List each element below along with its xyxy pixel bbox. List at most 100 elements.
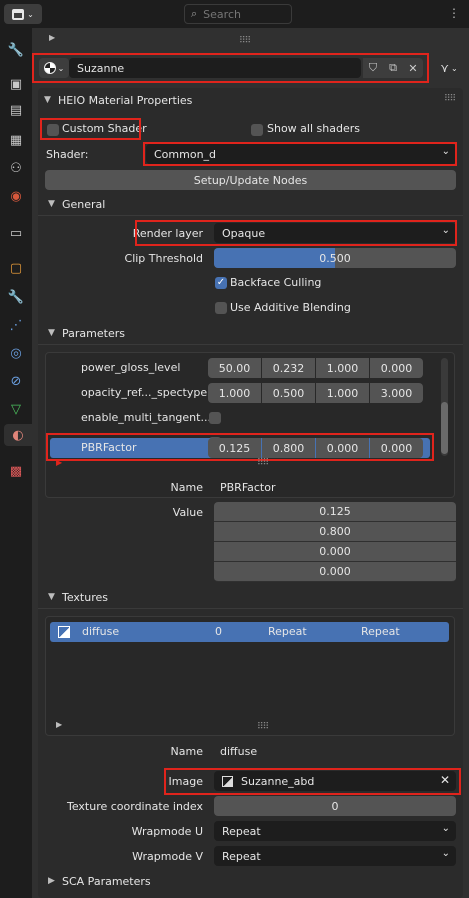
- material-name-text: Suzanne: [77, 61, 125, 75]
- view-layer-tab-icon[interactable]: ▦: [4, 129, 28, 151]
- parameter-value-field[interactable]: 0.232: [262, 358, 315, 378]
- material-tab-icon[interactable]: ◐: [4, 424, 32, 446]
- object-tab-icon[interactable]: ▢: [4, 257, 28, 279]
- image-field[interactable]: Suzanne_abd ✕: [214, 771, 456, 791]
- parameter-value-field[interactable]: 0.000: [370, 438, 423, 458]
- heio-panel-header[interactable]: ▼ HEIO Material Properties: [44, 89, 454, 111]
- parameters-subpanel-header[interactable]: ▼ Parameters: [48, 322, 458, 344]
- texcoord-value: 0: [331, 799, 339, 813]
- clip-threshold-value: 0.500: [319, 251, 351, 265]
- scene-tab-icon[interactable]: ⚇: [4, 157, 28, 179]
- texture-tab-icon[interactable]: ▩: [4, 460, 28, 482]
- wrap-u-dropdown[interactable]: Repeat ⌄: [214, 821, 456, 841]
- drag-handle-icon[interactable]: ⠿⠿: [239, 36, 251, 46]
- wrap-v-value: Repeat: [222, 849, 261, 863]
- param-value-field[interactable]: 0.800: [214, 522, 456, 542]
- node-tree-icon: ⋎: [440, 61, 450, 75]
- texcoord-label: Texture coordinate index: [66, 800, 203, 813]
- tool-tab-icon[interactable]: 🔧: [4, 39, 28, 61]
- parameter-row[interactable]: power_gloss_level 50.00 0.232 1.000 0.000: [50, 358, 430, 378]
- object-data-tab-icon[interactable]: ▽: [4, 398, 28, 420]
- parameter-value-field[interactable]: 0.500: [262, 383, 315, 403]
- parameters-title: Parameters: [62, 326, 125, 340]
- list-resize-handle-icon[interactable]: ⠿⠿: [257, 458, 269, 468]
- material-browse-button[interactable]: ⌄: [39, 58, 69, 78]
- clear-image-icon[interactable]: ✕: [440, 773, 450, 787]
- search-icon: ⌕: [191, 7, 198, 20]
- search-input[interactable]: [201, 6, 286, 22]
- constraints-tab-icon[interactable]: ⊘: [4, 370, 28, 392]
- output-tab-icon[interactable]: ▤: [4, 99, 28, 121]
- textures-subpanel-header[interactable]: ▼ Textures: [48, 586, 458, 608]
- wrap-v-dropdown[interactable]: Repeat ⌄: [214, 846, 456, 866]
- shader-label: Shader:: [46, 148, 89, 161]
- chevron-down-icon: ⌄: [27, 9, 34, 19]
- parameter-value-field[interactable]: 3.000: [370, 383, 423, 403]
- parameter-value-field[interactable]: 0.125: [208, 438, 261, 458]
- parameter-value-field[interactable]: 1.000: [208, 383, 261, 403]
- parameter-value-field[interactable]: 0.000: [370, 358, 423, 378]
- world-tab-icon[interactable]: ◉: [4, 185, 28, 207]
- heio-panel-title: HEIO Material Properties: [58, 93, 193, 107]
- sca-subpanel-header[interactable]: ▶ SCA Parameters: [48, 870, 458, 892]
- parameter-name: opacity_ref..._spectype: [81, 386, 208, 399]
- scrollbar-thumb[interactable]: [441, 402, 448, 454]
- parameter-row[interactable]: opacity_ref..._spectype 1.000 0.500 1.000 3.…: [50, 383, 430, 403]
- render-layer-dropdown[interactable]: Opaque ⌄: [214, 223, 456, 243]
- modifiers-tab-icon[interactable]: 🔧: [4, 286, 28, 308]
- more-options-icon[interactable]: ⋮: [448, 6, 460, 20]
- parameter-value-field[interactable]: 50.00: [208, 358, 261, 378]
- parameter-name: enable_multi_tangent...: [81, 411, 211, 424]
- texcoord-field[interactable]: 0: [214, 796, 456, 816]
- fake-user-button[interactable]: ⛉: [363, 58, 383, 78]
- general-subpanel-header[interactable]: ▼ General: [48, 193, 458, 215]
- divider: [38, 608, 463, 609]
- parameter-row[interactable]: PBRFactor 0.125 0.800 0.000 0.000: [50, 438, 430, 458]
- parameter-value-field[interactable]: 0.000: [316, 438, 369, 458]
- node-link-button[interactable]: ⋎ ⌄: [434, 58, 464, 78]
- material-name-field[interactable]: Suzanne: [69, 58, 361, 78]
- shader-dropdown[interactable]: Common_d ⌄: [146, 144, 456, 164]
- chevron-down-icon: ▼: [48, 328, 55, 338]
- setup-update-nodes-button[interactable]: Setup/Update Nodes: [45, 170, 456, 190]
- shield-icon: ⛉: [368, 61, 378, 74]
- parameter-row[interactable]: enable_multi_tangent...: [50, 408, 430, 428]
- show-all-shaders-checkbox[interactable]: [251, 124, 263, 136]
- clip-threshold-label: Clip Threshold: [124, 252, 203, 265]
- image-label: Image: [168, 775, 203, 788]
- parameters-scrollbar[interactable]: [441, 358, 448, 456]
- wrap-u-value: Repeat: [222, 824, 261, 838]
- collection-tab-icon[interactable]: ▭: [4, 222, 28, 244]
- param-value-field[interactable]: 0.000: [214, 542, 456, 562]
- editor-type-button[interactable]: ⌄: [4, 4, 42, 24]
- unlink-material-button[interactable]: ✕: [403, 58, 423, 78]
- clip-threshold-slider[interactable]: 0.500: [214, 248, 456, 268]
- texture-row-index: 0: [215, 625, 222, 638]
- list-filter-toggle-icon[interactable]: ▶: [56, 720, 62, 729]
- wrap-v-label: Wrapmode V: [132, 850, 203, 863]
- expand-slot-list-icon[interactable]: ▶: [49, 33, 55, 42]
- additive-blending-checkbox[interactable]: [215, 302, 227, 314]
- physics-tab-icon[interactable]: ◎: [4, 342, 28, 364]
- shader-value: Common_d: [154, 147, 217, 161]
- param-value-field[interactable]: 0.125: [214, 502, 456, 522]
- parameter-value-field[interactable]: 1.000: [316, 383, 369, 403]
- parameter-value-field[interactable]: 1.000: [316, 358, 369, 378]
- param-value-field[interactable]: 0.000: [214, 562, 456, 582]
- render-tab-icon[interactable]: ▣: [4, 73, 28, 95]
- search-field[interactable]: ⌕: [184, 4, 292, 24]
- duplicate-material-button[interactable]: ⧉: [383, 58, 403, 78]
- parameter-value-field[interactable]: 0.800: [262, 438, 315, 458]
- list-filter-toggle-icon[interactable]: ▶: [56, 458, 62, 467]
- list-resize-handle-icon[interactable]: ⠿⠿: [257, 722, 269, 732]
- panel-drag-handle-icon[interactable]: ⠿⠿: [444, 94, 456, 104]
- chevron-down-icon: ▼: [48, 592, 55, 602]
- particles-tab-icon[interactable]: ⋰: [4, 314, 28, 336]
- texture-row[interactable]: diffuse 0 Repeat Repeat: [50, 622, 449, 642]
- parameter-checkbox[interactable]: [209, 412, 221, 424]
- chevron-down-icon: ⌄: [441, 225, 450, 236]
- top-bar: ⌄ ⌕ ⋮: [0, 0, 469, 28]
- render-layer-value: Opaque: [222, 226, 266, 240]
- custom-shader-checkbox[interactable]: [47, 124, 59, 136]
- backface-culling-checkbox[interactable]: ✓: [215, 277, 227, 289]
